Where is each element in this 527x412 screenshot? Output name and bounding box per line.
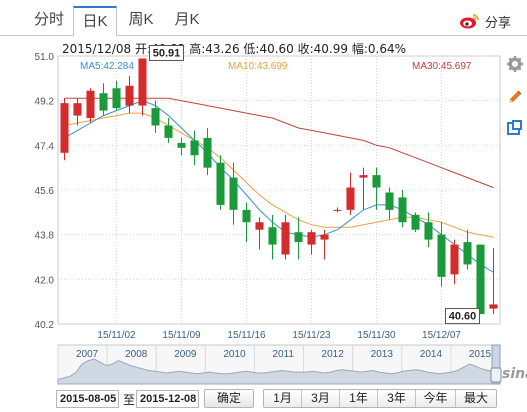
y-tick-label: 51.0 xyxy=(35,52,55,63)
candle-body xyxy=(333,209,342,211)
candle-body xyxy=(463,242,472,265)
range-max-button[interactable]: 最大 xyxy=(456,390,496,407)
candle xyxy=(476,244,485,315)
candle-body xyxy=(346,187,355,210)
candle xyxy=(216,155,225,210)
candle-body xyxy=(489,304,498,309)
candle-body xyxy=(151,108,160,126)
x-tick-label: 15/11/09 xyxy=(162,330,201,341)
candle-body xyxy=(385,192,394,210)
range-ytd-button[interactable]: 今年 xyxy=(416,390,456,407)
date-range-bar: 2015-08-05 至 2015-12-08 确定 1月 3月 1年 3年 今… xyxy=(0,386,527,412)
y-tick-label: 47.4 xyxy=(35,141,55,152)
range-button-group: 1月 3月 1年 3年 今年 最大 xyxy=(263,389,497,408)
overview-year-label: 2010 xyxy=(223,349,246,360)
y-tick-label: 42.0 xyxy=(35,275,55,286)
candle-body xyxy=(164,125,173,138)
candle-body xyxy=(99,93,108,111)
x-tick-label: 15/11/23 xyxy=(292,330,331,341)
candle-body xyxy=(203,137,212,168)
candle-body xyxy=(216,162,225,205)
candle-body xyxy=(242,209,251,223)
range-1-year-button[interactable]: 1年 xyxy=(340,390,378,407)
overview-navigator[interactable]: 2007 2008 2009 2010 2011 2012 2013 2014 2015 sina xyxy=(57,344,527,385)
x-tick-label: 15/11/16 xyxy=(227,330,266,341)
callout-text: 50.91 xyxy=(153,47,181,59)
candle-body xyxy=(372,175,381,188)
confirm-button[interactable]: 确定 xyxy=(204,389,254,408)
range-3-months-button[interactable]: 3月 xyxy=(302,390,340,407)
end-date-input[interactable]: 2015-12-08 xyxy=(136,390,199,408)
y-tick-label: 49.2 xyxy=(35,97,55,108)
candle xyxy=(411,212,420,233)
candle-body xyxy=(398,197,407,223)
candle-body xyxy=(359,175,368,178)
overview-year-label: 2007 xyxy=(76,349,99,360)
candle-body xyxy=(138,58,147,106)
min-price-label: 40.60 xyxy=(445,308,480,325)
start-date-input[interactable]: 2015-08-05 xyxy=(56,390,119,408)
candle-body xyxy=(450,244,459,275)
callout-text: 40.60 xyxy=(449,311,477,323)
candle xyxy=(60,98,69,161)
candle-body xyxy=(294,232,303,243)
candle-body xyxy=(437,234,446,277)
to-label: 至 xyxy=(123,393,136,407)
candle-body xyxy=(307,232,316,245)
overview-year-label: 2015 xyxy=(469,349,492,360)
range-3-years-button[interactable]: 3年 xyxy=(378,390,416,407)
candle-body xyxy=(229,177,238,210)
candle-body xyxy=(255,222,264,230)
overview-year-label: 2012 xyxy=(322,349,345,360)
range-1-month-button[interactable]: 1月 xyxy=(264,390,302,407)
ma5-legend: MA5:42.284 xyxy=(80,61,134,72)
candle-body xyxy=(73,103,82,116)
candle-body xyxy=(86,90,95,119)
y-tick-label: 45.6 xyxy=(35,186,55,197)
candlestick-chart: 51.0 49.2 47.4 45.6 43.8 42.0 40.2 15/11/02 15/1… xyxy=(35,44,527,385)
overview-drag-handle[interactable] xyxy=(490,367,502,383)
overview-year-label: 2011 xyxy=(272,349,294,360)
y-tick-label: 40.2 xyxy=(35,320,55,331)
sina-watermark: sina xyxy=(502,366,527,382)
x-tick-label: 15/11/30 xyxy=(357,330,396,341)
max-price-label: 50.91 xyxy=(149,44,184,61)
candle-body xyxy=(281,222,290,255)
candle-body xyxy=(268,227,277,245)
ma30-legend: MA30:45.697 xyxy=(412,61,472,72)
ma10-legend: MA10:43.699 xyxy=(228,61,288,72)
candle-body xyxy=(190,140,199,156)
candle-body xyxy=(60,103,69,153)
candle xyxy=(86,88,95,123)
candle-body xyxy=(320,234,329,240)
y-tick-label: 43.8 xyxy=(35,231,55,242)
candle-body xyxy=(476,244,485,315)
x-tick-label: 15/11/02 xyxy=(97,330,136,341)
candle-body xyxy=(125,85,134,106)
candle-body xyxy=(177,142,186,148)
overview-year-label: 2008 xyxy=(125,349,148,360)
candle-body xyxy=(112,88,121,109)
overview-year-label: 2009 xyxy=(174,349,197,360)
candle-body xyxy=(411,214,420,230)
overview-year-label: 2014 xyxy=(420,349,443,360)
overview-year-label: 2013 xyxy=(371,349,394,360)
candle-body xyxy=(424,222,433,240)
x-tick-label: 15/12/07 xyxy=(422,330,461,341)
